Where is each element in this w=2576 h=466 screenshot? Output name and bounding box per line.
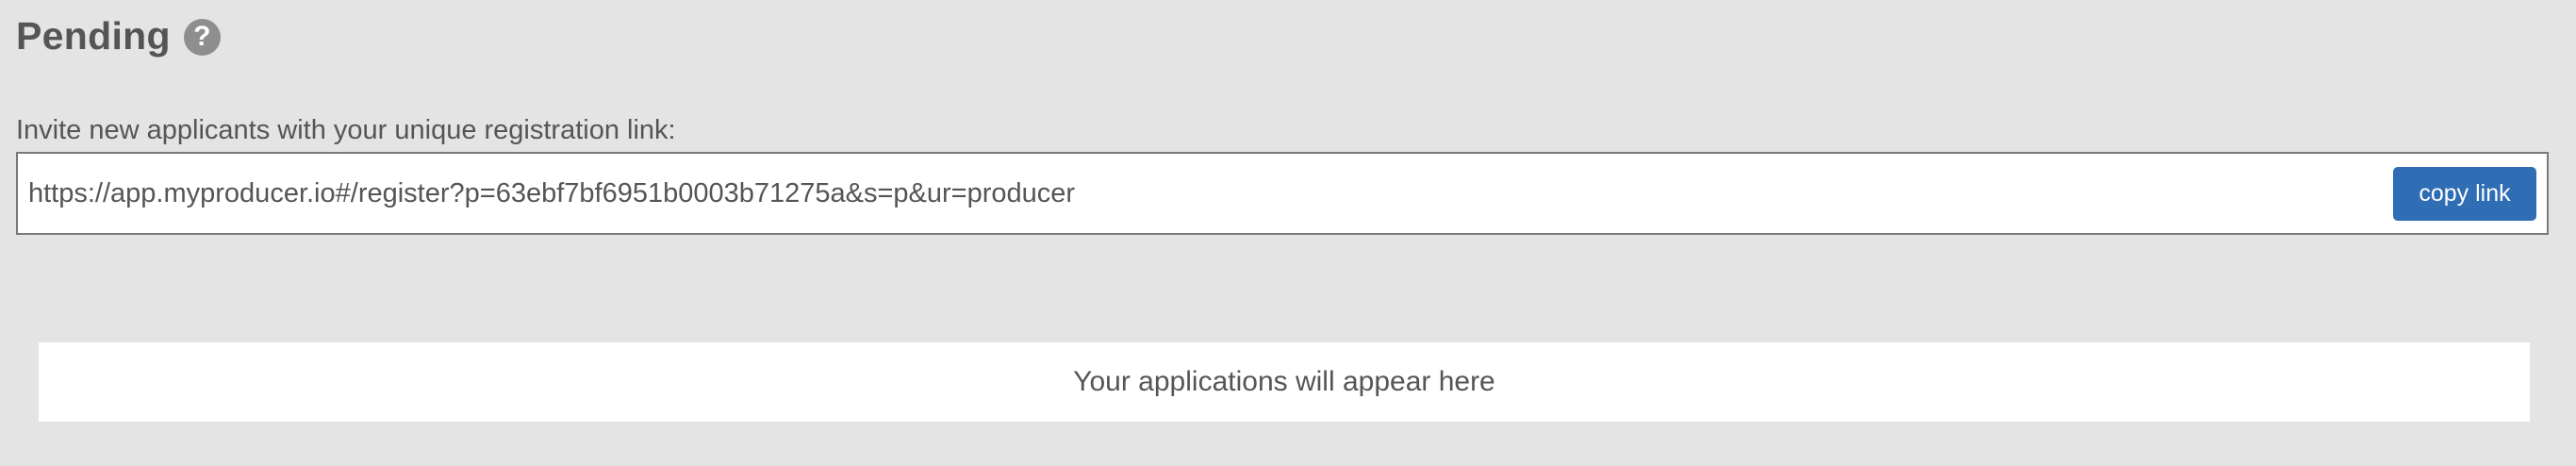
page-title: Pending bbox=[16, 13, 171, 58]
copy-link-button[interactable]: copy link bbox=[2393, 166, 2536, 221]
invite-label: Invite new applicants with your unique r… bbox=[16, 115, 676, 145]
registration-link-input[interactable] bbox=[18, 154, 2393, 233]
empty-applications-message: Your applications will appear here bbox=[1073, 366, 1495, 397]
help-icon[interactable]: ? bbox=[183, 18, 221, 56]
applications-panel: Your applications will appear here bbox=[39, 342, 2530, 422]
page-header: Pending ? bbox=[16, 9, 221, 62]
registration-link-box: copy link bbox=[16, 152, 2549, 235]
